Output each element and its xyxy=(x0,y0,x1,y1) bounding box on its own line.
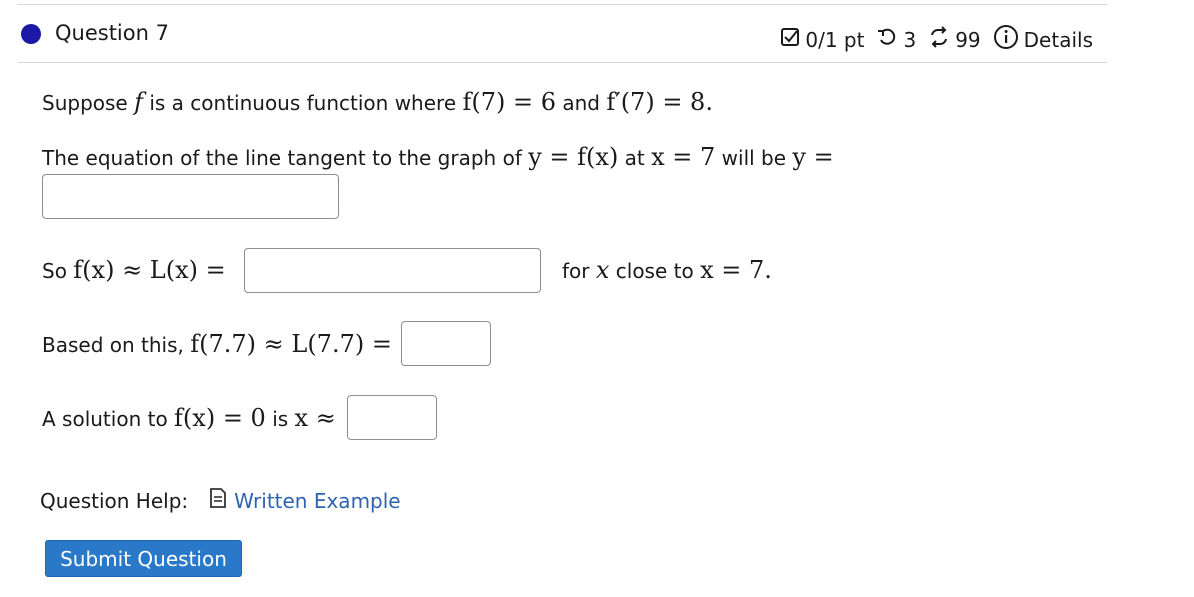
graph-expr: y = f(x) xyxy=(528,143,619,171)
and-text: and xyxy=(562,91,600,115)
given-derivative: f′(7) = 8. xyxy=(606,88,713,116)
linearization-prompt: So f(x) ≈ L(x) = xyxy=(42,256,226,284)
top-divider xyxy=(18,4,1107,5)
question-help: Question Help: Written Example xyxy=(40,487,401,514)
document-icon xyxy=(208,487,228,514)
y-equals: y = xyxy=(792,143,834,171)
help-label: Question Help: xyxy=(40,488,189,513)
solution-input[interactable] xyxy=(347,395,437,440)
based-text: Based on this, xyxy=(42,333,184,357)
estimate-expr: f(7.7) ≈ L(7.7) = xyxy=(190,330,392,358)
attempts-count: 99 xyxy=(955,27,981,52)
estimate-prompt: Based on this, f(7.7) ≈ L(7.7) = xyxy=(42,330,392,358)
at-text: at xyxy=(624,146,645,170)
question-status-dot xyxy=(21,24,41,44)
x-variable: x xyxy=(595,256,610,284)
retry-icon xyxy=(876,26,898,53)
score-text: 0/1 pt xyxy=(805,27,865,52)
point-expr: x = 7 xyxy=(651,143,716,171)
for-text: for xyxy=(562,259,590,283)
continuous-text: is a continuous function where xyxy=(149,91,457,115)
given-value: f(7) = 6 xyxy=(462,88,556,116)
question-stats: 0/1 pt 3 99 Details xyxy=(780,24,1093,55)
written-example-link[interactable]: Written Example xyxy=(234,489,400,513)
close-to-text: close to xyxy=(615,259,694,283)
x-approx: x ≈ xyxy=(294,404,336,432)
so-text: So xyxy=(42,259,67,283)
linearization-expr: f(x) ≈ L(x) = xyxy=(73,256,226,284)
question-title: Question 7 xyxy=(55,21,169,45)
tangent-line-prompt: The equation of the line tangent to the … xyxy=(42,143,834,171)
problem-statement: Suppose f is a continuous function where… xyxy=(42,88,713,116)
checkbox-check-icon xyxy=(780,27,800,52)
attempts-icon xyxy=(928,26,950,53)
suppose-text: Suppose xyxy=(42,91,128,115)
x-equals-seven: x = 7. xyxy=(700,256,772,284)
estimate-input[interactable] xyxy=(401,321,491,366)
tangent-equation-input[interactable] xyxy=(42,174,339,219)
function-symbol: f xyxy=(134,88,143,116)
info-icon[interactable] xyxy=(993,24,1019,55)
root-equation: f(x) = 0 xyxy=(174,404,266,432)
header-divider xyxy=(18,62,1107,63)
details-link[interactable]: Details xyxy=(1024,28,1093,52)
submit-question-button[interactable]: Submit Question xyxy=(45,540,242,577)
will-be-text: will be xyxy=(721,146,787,170)
tangent-text: The equation of the line tangent to the … xyxy=(42,146,522,170)
retries-count: 3 xyxy=(903,27,917,52)
linearization-input[interactable] xyxy=(244,248,541,293)
solution-text: A solution to xyxy=(42,407,168,431)
solution-prompt: A solution to f(x) = 0 is x ≈ xyxy=(42,404,336,432)
is-text: is xyxy=(272,407,289,431)
linearization-condition: for x close to x = 7. xyxy=(562,256,772,284)
